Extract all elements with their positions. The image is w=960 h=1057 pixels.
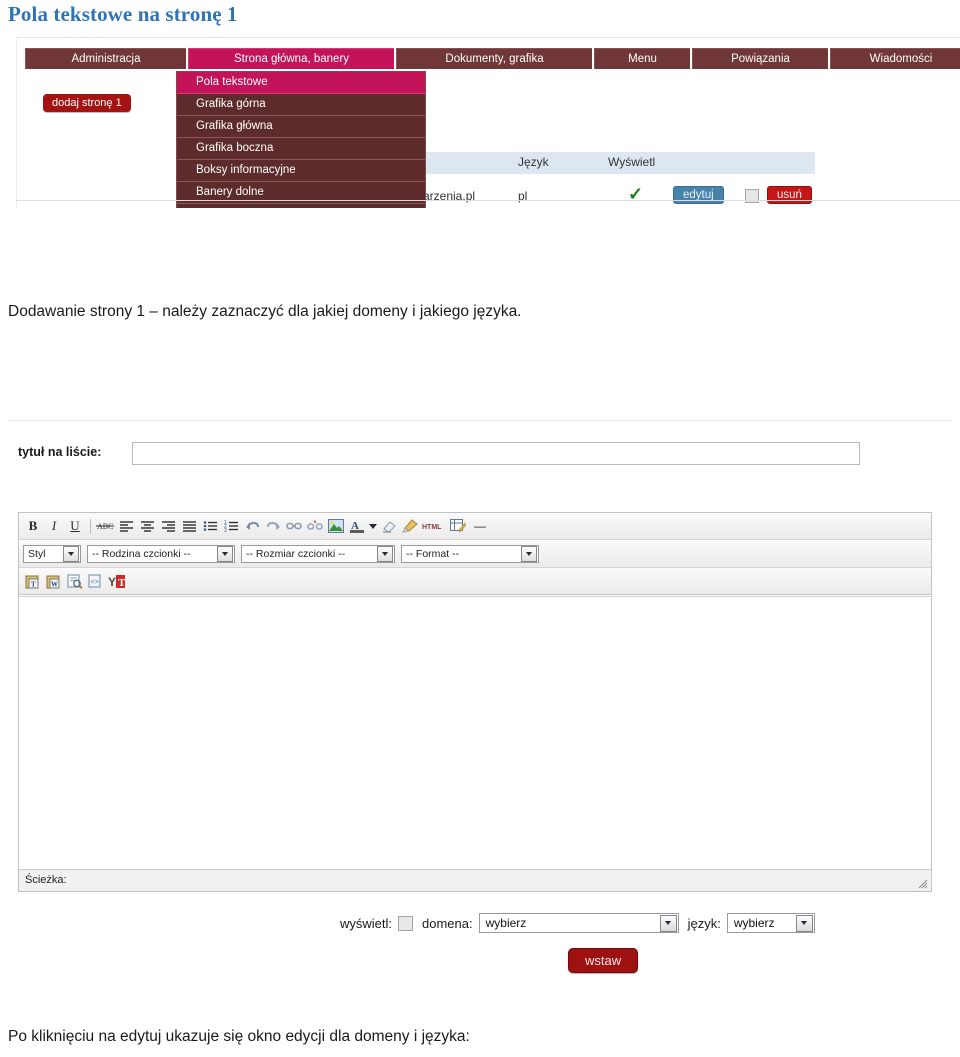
nav-tab-wiadomosci[interactable]: Wiadomości xyxy=(830,48,960,69)
document-page: Pola tekstowe na stronę 1 Administracja … xyxy=(0,0,960,1057)
caption-paragraph-1: Dodawanie strony 1 – należy zaznaczyć dl… xyxy=(8,303,522,320)
redo-icon[interactable] xyxy=(263,517,283,535)
format-select[interactable]: -- Format -- xyxy=(401,544,539,563)
strikethrough-icon[interactable]: ABC xyxy=(95,517,115,535)
chevron-down-icon[interactable] xyxy=(377,545,393,562)
column-header-display: Wyświetl xyxy=(608,155,656,169)
color-dropdown-icon[interactable] xyxy=(368,517,378,535)
eraser-icon[interactable] xyxy=(379,517,399,535)
editor-status-bar: Ścieżka: xyxy=(19,869,931,891)
svg-text:Y: Y xyxy=(108,575,116,589)
style-select[interactable]: Styl xyxy=(23,544,81,563)
svg-text:<>: <> xyxy=(91,579,99,587)
chevron-down-icon[interactable] xyxy=(795,914,813,932)
language-select[interactable]: wybierz xyxy=(726,913,815,933)
nav-tab-dokumenty-grafika[interactable]: Dokumenty, grafika xyxy=(396,48,592,69)
domain-select-value: wybierz xyxy=(485,916,527,930)
menu-item-grafika-boczna[interactable]: Grafika boczna xyxy=(177,138,425,160)
menu-item-grafika-gorna[interactable]: Grafika górna xyxy=(177,94,425,116)
display-checkbox[interactable] xyxy=(398,915,414,931)
youtube-icon[interactable]: YT xyxy=(107,572,127,590)
style-select-label: Styl xyxy=(28,547,46,560)
edit-button[interactable]: edytuj xyxy=(673,186,724,204)
font-family-select[interactable]: -- Rodzina czcionki -- xyxy=(87,544,235,563)
add-page-button[interactable]: dodaj stronę 1 xyxy=(43,94,131,112)
chevron-down-icon[interactable] xyxy=(521,545,537,562)
column-header-language: Język xyxy=(518,155,549,169)
editor-screenshot: tytuł na liście: B I U ABC 1 2 3 A HTML … xyxy=(0,420,960,980)
wysiwyg-editor: B I U ABC 1 2 3 A HTML — Styl -- Rodzina… xyxy=(18,512,932,892)
insert-button[interactable]: wstaw xyxy=(568,948,639,973)
list-title-label: tytuł na liście: xyxy=(18,445,102,459)
language-label: język: xyxy=(687,915,721,931)
image-icon[interactable] xyxy=(326,517,346,535)
numbered-list-icon[interactable]: 123 xyxy=(221,517,241,535)
editor-toolbar-row-1: B I U ABC 1 2 3 A HTML — xyxy=(19,513,931,540)
font-size-select-label: -- Rozmiar czcionki -- xyxy=(246,547,346,560)
nav-tab-strona-glowna-banery[interactable]: Strona główna, banery xyxy=(188,48,394,69)
link-icon[interactable] xyxy=(284,517,304,535)
svg-text:T: T xyxy=(118,577,126,589)
svg-text:T: T xyxy=(31,580,36,588)
admin-navbar: Administracja Strona główna, banery Doku… xyxy=(25,48,960,69)
menu-item-boksy-informacyjne[interactable]: Boksy informacyjne xyxy=(177,160,425,182)
italic-icon[interactable]: I xyxy=(44,517,64,535)
language-select-value: wybierz xyxy=(733,916,775,930)
align-justify-icon[interactable] xyxy=(179,517,199,535)
banery-dropdown-menu: Pola tekstowe Grafika górna Grafika głów… xyxy=(176,71,426,208)
paste-as-text-icon[interactable]: T xyxy=(23,572,43,590)
undo-icon[interactable] xyxy=(242,517,262,535)
toolbar-separator xyxy=(90,518,91,534)
chevron-down-icon[interactable] xyxy=(217,545,233,562)
checkmark-icon: ✓ xyxy=(628,184,644,204)
font-size-select[interactable]: -- Rozmiar czcionki -- xyxy=(241,544,395,563)
editor-content-area[interactable] xyxy=(19,596,931,869)
horizontal-rule-icon[interactable]: — xyxy=(469,517,491,535)
chevron-down-icon[interactable] xyxy=(63,545,79,562)
menu-item-grafika-glowna[interactable]: Grafika główna xyxy=(177,116,425,138)
view-source-icon[interactable]: <> xyxy=(86,572,106,590)
editor-bottom-controls: wyświetl: domena: wybierz język: wybierz xyxy=(340,912,824,934)
svg-text:3: 3 xyxy=(224,528,227,532)
menu-item-banery-aktualnosci[interactable]: Banery aktualności xyxy=(177,204,425,208)
nav-tab-menu[interactable]: Menu xyxy=(594,48,690,69)
brush-icon[interactable] xyxy=(400,517,420,535)
domain-label: domena: xyxy=(422,915,473,931)
align-center-icon[interactable] xyxy=(137,517,157,535)
format-select-label: -- Format -- xyxy=(406,547,460,560)
bold-icon[interactable]: B xyxy=(23,517,43,535)
underline-icon[interactable]: U xyxy=(65,517,85,535)
text-color-icon[interactable]: A xyxy=(347,517,367,535)
display-label: wyświetl: xyxy=(340,915,393,931)
preview-icon[interactable] xyxy=(65,572,85,590)
paste-from-word-icon[interactable]: W xyxy=(44,572,64,590)
table-edit-icon[interactable] xyxy=(448,517,468,535)
svg-text:HTML: HTML xyxy=(422,524,442,531)
delete-button[interactable]: usuń xyxy=(767,186,812,204)
nav-tab-powiazania[interactable]: Powiązania xyxy=(692,48,828,69)
chevron-down-icon[interactable] xyxy=(659,914,677,932)
font-family-select-label: -- Rodzina czcionki -- xyxy=(92,547,191,560)
menu-item-pola-tekstowe[interactable]: Pola tekstowe xyxy=(177,72,425,94)
pages-table-header: Język Wyświetl xyxy=(423,152,815,174)
svg-text:W: W xyxy=(51,580,58,588)
unlink-icon[interactable] xyxy=(305,517,325,535)
editor-toolbar-row-3: T W <> YT xyxy=(19,568,931,595)
html-source-icon[interactable]: HTML xyxy=(421,517,447,535)
list-title-input[interactable] xyxy=(132,442,860,465)
editor-toolbar-row-2: Styl -- Rodzina czcionki -- -- Rozmiar c… xyxy=(19,540,931,568)
align-left-icon[interactable] xyxy=(116,517,136,535)
nav-tab-administracja[interactable]: Administracja xyxy=(25,48,186,69)
page-title: Pola tekstowe na stronę 1 xyxy=(8,2,238,26)
list-title-row: tytuł na liście: xyxy=(18,442,860,465)
caption-paragraph-2: Po kliknięciu na edytuj ukazuje się okno… xyxy=(8,1028,470,1045)
resize-grip[interactable] xyxy=(916,876,928,889)
screenshot-divider xyxy=(16,200,960,201)
align-right-icon[interactable] xyxy=(158,517,178,535)
admin-panel-screenshot: Administracja Strona główna, banery Doku… xyxy=(16,37,960,208)
table-row: arzenia.pl pl ✓ edytuj usuń xyxy=(423,184,843,208)
domain-select[interactable]: wybierz xyxy=(478,913,679,933)
bulleted-list-icon[interactable] xyxy=(200,517,220,535)
editor-screenshot-top-border xyxy=(8,420,952,421)
